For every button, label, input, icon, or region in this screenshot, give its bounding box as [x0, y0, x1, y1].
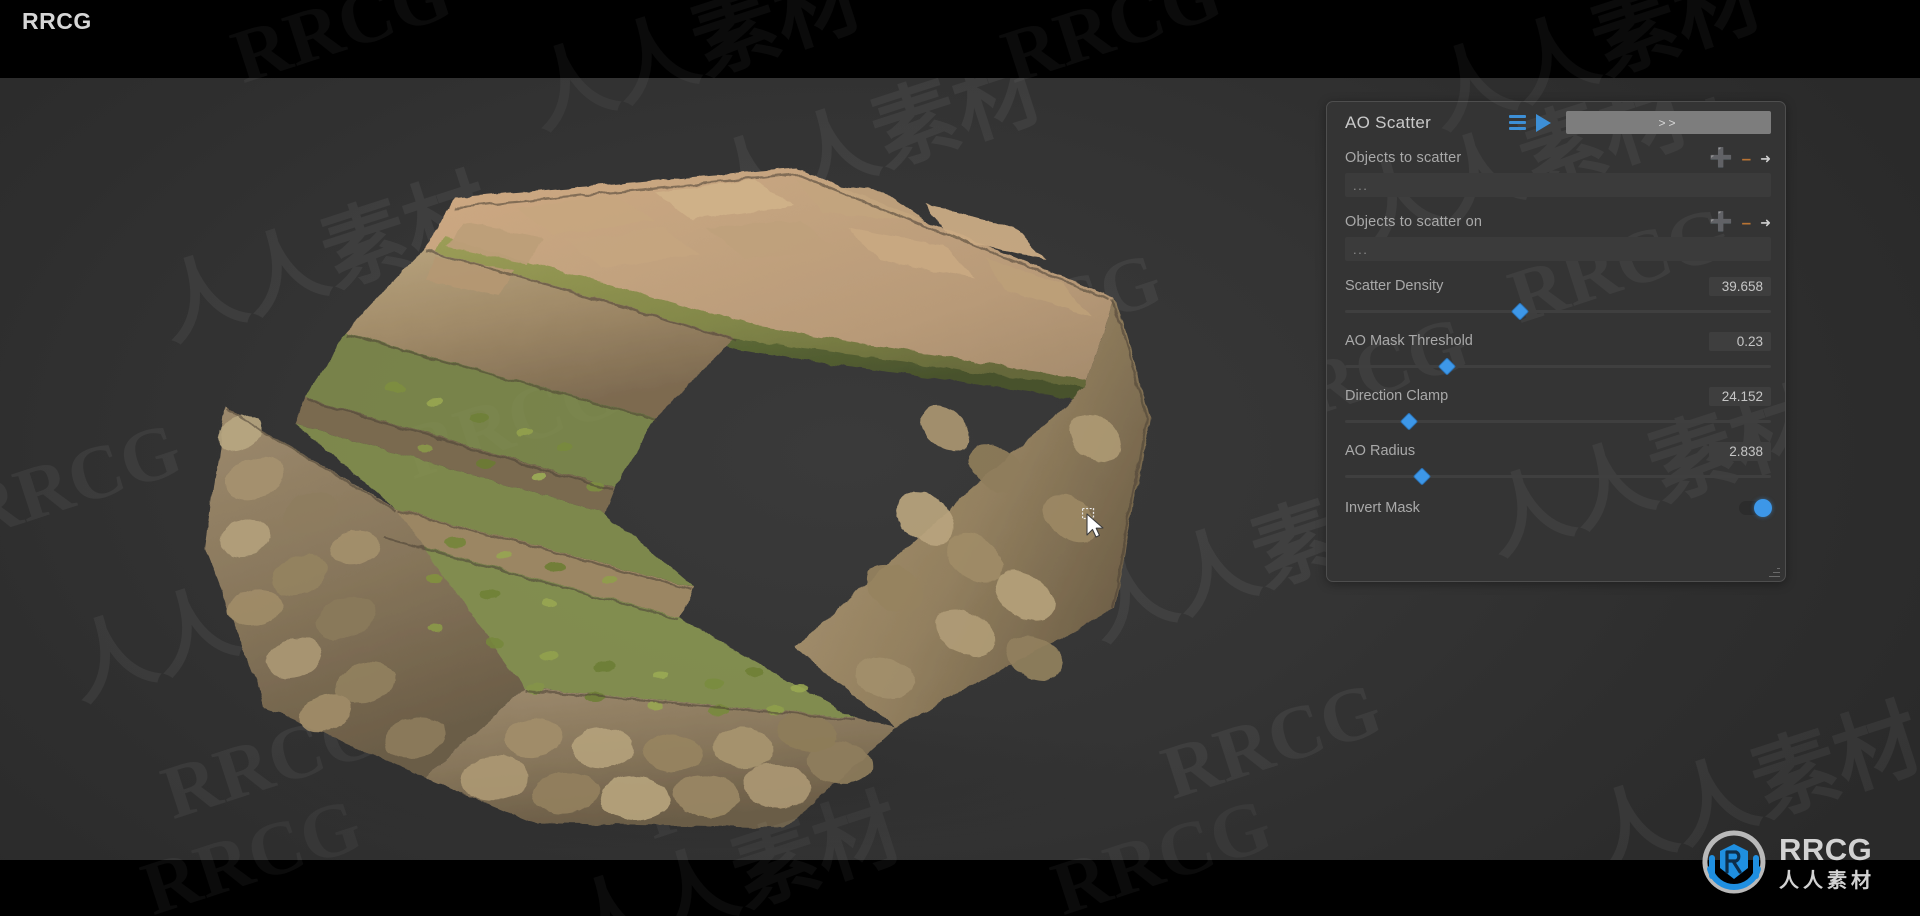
panel-title: AO Scatter: [1345, 112, 1432, 132]
panel-content: AO Scatter >> Objects to scatter ➕ – ➜ .…: [1327, 102, 1785, 525]
ao-radius-track[interactable]: [1345, 467, 1771, 486]
brand-cn-text: 人人素材: [1779, 868, 1875, 892]
direction-clamp-label: Direction Clamp: [1345, 388, 1449, 404]
plus-icon[interactable]: ➕: [1709, 213, 1733, 232]
bottom-band-watermark: RRCG 人人素材 RRCG: [0, 778, 1920, 916]
bottom-letterbox-band: RRCG 人人素材 RRCG: [0, 778, 1920, 916]
invert-mask-toggle[interactable]: [1739, 499, 1772, 517]
direction-clamp-value[interactable]: 24.152: [1709, 386, 1771, 406]
play-glyph: [1535, 113, 1551, 132]
invert-mask-label: Invert Mask: [1345, 500, 1420, 516]
ao-mask-threshold-header: AO Mask Threshold 0.23: [1345, 326, 1771, 356]
top-letterbox-band: RRCG 人人素材 RRCG 人人素材: [0, 0, 1920, 147]
top-band-watermark: RRCG 人人素材 RRCG 人人素材: [0, 0, 1920, 147]
cursor-arrow-icon: [1081, 507, 1104, 538]
chevron-down-icon[interactable]: ➜: [1760, 216, 1771, 229]
hamburger-menu-icon[interactable]: [1504, 110, 1530, 136]
ao-radius-header: AO Radius 2.838: [1345, 436, 1771, 466]
ao-radius-value[interactable]: 2.838: [1709, 441, 1771, 461]
play-icon[interactable]: [1530, 110, 1556, 136]
expand-button[interactable]: >>: [1566, 111, 1771, 134]
panel-header: AO Scatter >>: [1327, 102, 1785, 143]
model-geometry: [205, 168, 1165, 848]
track-line: [1345, 310, 1771, 313]
ao-scatter-panel[interactable]: 人人素材 RRCG 人人素材 RRCG AO Scatter >> Object…: [1326, 101, 1786, 582]
ao-mask-threshold-handle[interactable]: [1438, 357, 1457, 376]
ao-radius-row: AO Radius 2.838: [1327, 436, 1785, 486]
hamburger-glyph: [1508, 115, 1526, 130]
minus-icon[interactable]: –: [1742, 214, 1751, 231]
brand-en-text: RRCG: [1779, 832, 1873, 867]
toggle-knob: [1754, 499, 1772, 517]
direction-clamp-row: Direction Clamp 24.152: [1327, 381, 1785, 431]
objects-to-scatter-on-row: Objects to scatter on ➕ – ➜ ...: [1327, 207, 1785, 261]
scatter-density-label: Scatter Density: [1345, 278, 1444, 294]
direction-clamp-header: Direction Clamp 24.152: [1345, 381, 1771, 411]
rrcg-logo-icon: [1700, 828, 1768, 896]
ao-mask-threshold-track[interactable]: [1345, 357, 1771, 376]
brand-text: RRCG 人人素材: [1779, 834, 1875, 890]
plus-icon[interactable]: ➕: [1709, 149, 1733, 168]
ao-radius-label: AO Radius: [1345, 443, 1416, 459]
objects-to-scatter-row: Objects to scatter ➕ – ➜ ...: [1327, 143, 1785, 197]
track-line: [1345, 365, 1771, 368]
scatter-density-header: Scatter Density 39.658: [1345, 271, 1771, 301]
direction-clamp-handle[interactable]: [1399, 412, 1419, 431]
scanned-stone-model[interactable]: [95, 88, 1295, 848]
ao-mask-threshold-label: AO Mask Threshold: [1345, 333, 1473, 349]
objects-to-scatter-on-label: Objects to scatter on: [1345, 214, 1483, 230]
scatter-density-row: Scatter Density 39.658: [1327, 271, 1785, 321]
resize-grip-icon[interactable]: [1769, 566, 1780, 577]
ao-mask-threshold-row: AO Mask Threshold 0.23: [1327, 326, 1785, 376]
brand-logo: RRCG 人人素材: [1700, 828, 1875, 896]
scatter-density-track[interactable]: [1345, 302, 1771, 321]
objects-to-scatter-label: Objects to scatter: [1345, 150, 1462, 166]
objects-to-scatter-on-field[interactable]: ...: [1345, 237, 1771, 261]
rrcg-mark-svg: [1702, 830, 1766, 894]
objects-to-scatter-header: Objects to scatter ➕ – ➜: [1345, 143, 1771, 173]
objects-to-scatter-on-header: Objects to scatter on ➕ – ➜: [1345, 207, 1771, 237]
invert-mask-row: Invert Mask: [1327, 491, 1785, 525]
objects-to-scatter-field[interactable]: ...: [1345, 173, 1771, 197]
minus-icon[interactable]: –: [1742, 150, 1751, 167]
direction-clamp-track[interactable]: [1345, 412, 1771, 431]
mouse-pointer: [1081, 507, 1108, 547]
scatter-density-handle[interactable]: [1510, 302, 1529, 321]
scatter-density-value[interactable]: 39.658: [1709, 276, 1771, 296]
ao-mask-threshold-value[interactable]: 0.23: [1709, 331, 1771, 351]
ao-radius-handle[interactable]: [1412, 467, 1431, 486]
3d-viewport[interactable]: RRCG 人人素材 RRCG 人人素材 RRCG 人人素材 RRCG 人人素材 …: [0, 78, 1920, 860]
top-left-brand-text: RRCG: [22, 8, 92, 34]
track-line: [1345, 475, 1771, 478]
objects-to-scatter-actions: ➕ – ➜: [1709, 149, 1771, 168]
screen-root: RRCG 人人素材 RRCG 人人素材 RRCG 人人素材 RRCG 人人素材 …: [0, 0, 1920, 916]
chevron-down-icon[interactable]: ➜: [1760, 152, 1771, 165]
objects-to-scatter-on-actions: ➕ – ➜: [1709, 213, 1771, 232]
